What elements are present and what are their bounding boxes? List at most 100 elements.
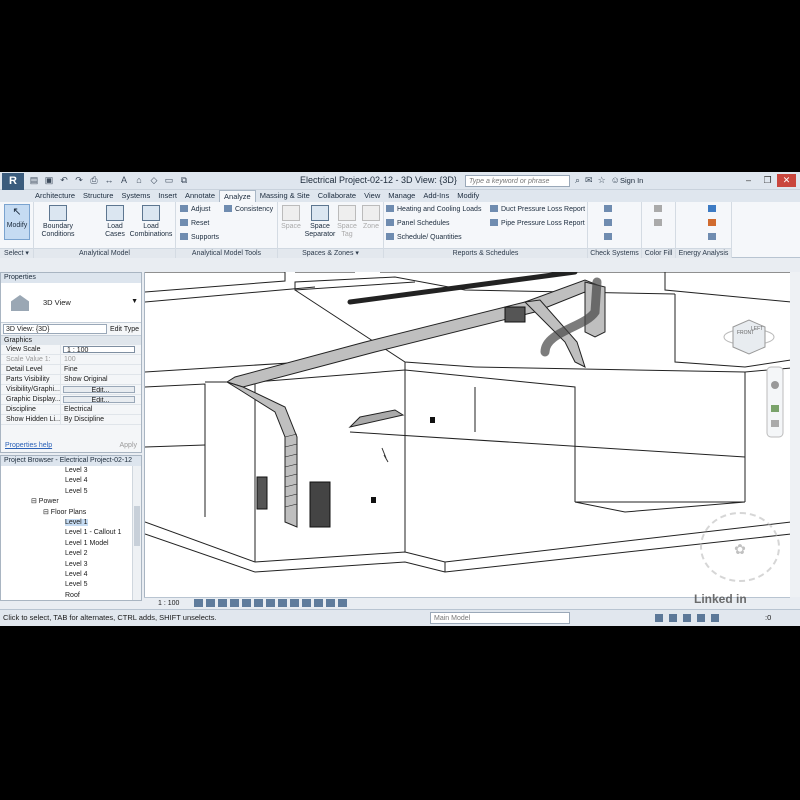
duct-pressure-button[interactable]: Duct Pressure Loss Report [490, 205, 585, 214]
tab-annotate[interactable]: Annotate [181, 190, 219, 202]
zoom-icon[interactable] [771, 405, 779, 412]
chevron-down-icon[interactable]: ▼ [131, 298, 138, 305]
select-pinned-icon[interactable] [683, 614, 691, 622]
receptacle-2[interactable] [371, 497, 376, 503]
browser-item[interactable]: Level 4 [1, 570, 131, 580]
junction-box[interactable] [504, 306, 526, 323]
switch-windows-icon[interactable]: ⧉ [178, 175, 190, 186]
apply-button[interactable]: Apply [119, 440, 137, 452]
view-scale[interactable]: 1 : 100 [158, 598, 179, 609]
spaces-zones-title[interactable]: Spaces & Zones ▾ [278, 248, 383, 258]
select-links-icon[interactable] [655, 614, 663, 622]
heating-cooling-button[interactable]: Heating and Cooling Loads [386, 205, 481, 214]
browser-item[interactable]: Level 5 [1, 487, 131, 497]
panel-box[interactable] [256, 476, 268, 510]
worksharing-icon[interactable] [314, 599, 323, 607]
tab-structure[interactable]: Structure [79, 190, 117, 202]
space-separator-button[interactable]: Space Separator [304, 205, 336, 239]
highlight-icon[interactable] [338, 599, 347, 607]
browser-item[interactable]: ⊟ Power [1, 497, 131, 507]
check-circuit-button[interactable] [604, 233, 615, 242]
viewport-scrollbar[interactable] [790, 272, 800, 597]
property-value[interactable]: Electrical [61, 405, 141, 414]
supports-button[interactable]: Supports [180, 233, 219, 242]
pan-icon[interactable] [771, 420, 779, 427]
section-icon[interactable]: ◇ [148, 175, 160, 186]
detail-level-icon[interactable] [194, 599, 203, 607]
text-icon[interactable]: A [118, 175, 130, 186]
property-value[interactable]: Fine [61, 365, 141, 374]
shadows-icon[interactable] [230, 599, 239, 607]
browser-scroll-thumb[interactable] [134, 506, 140, 546]
tab-architecture[interactable]: Architecture [31, 190, 79, 202]
binoculars-icon[interactable]: ⌕ [575, 175, 580, 186]
tab-add-ins[interactable]: Add-Ins [419, 190, 453, 202]
save-icon[interactable]: ▣ [43, 175, 55, 186]
select-title[interactable]: Select ▾ [0, 248, 33, 258]
browser-item[interactable]: Level 3 [1, 560, 131, 570]
view-instance-dropdown[interactable]: 3D View: {3D} [3, 324, 107, 334]
tab-analyze[interactable]: Analyze [219, 190, 256, 202]
check-duct-button[interactable] [604, 205, 615, 214]
unlocked-view-icon[interactable] [278, 599, 287, 607]
browser-item[interactable]: Level 1 Model [1, 539, 131, 549]
property-value[interactable]: By Discipline [61, 415, 141, 424]
load-cases-button[interactable]: Load Cases [100, 205, 130, 239]
results-button[interactable] [708, 233, 719, 242]
browser-item[interactable]: Level 3 [1, 466, 131, 476]
3d-drawing-area[interactable]: FRONT LEFT [144, 272, 790, 597]
viewcube[interactable]: FRONT LEFT [723, 319, 775, 355]
application-menu-button[interactable]: R [2, 173, 24, 190]
duct-legend-button[interactable] [654, 219, 665, 228]
drag-elements-icon[interactable] [711, 614, 719, 622]
energy-settings-button[interactable] [708, 205, 719, 214]
sign-in-link[interactable]: Sign In [620, 176, 643, 185]
crop-icon[interactable] [254, 599, 263, 607]
panel-schedules-button[interactable]: Panel Schedules [386, 219, 450, 228]
space-tag-button[interactable]: Space Tag [336, 205, 358, 239]
subscription-icon[interactable]: ✉ [585, 175, 593, 186]
tab-collaborate[interactable]: Collaborate [314, 190, 360, 202]
select-underlay-icon[interactable] [669, 614, 677, 622]
schedule-quantities-button[interactable]: Schedule/ Quantities [386, 233, 462, 242]
active-model-dropdown[interactable]: Main Model [430, 612, 570, 624]
measure-icon[interactable]: ↔ [103, 175, 115, 186]
close-hidden-icon[interactable]: ▭ [163, 175, 175, 186]
edit-button[interactable]: Edit... [63, 396, 135, 403]
tab-modify[interactable]: Modify [453, 190, 483, 202]
navigation-bar[interactable] [766, 366, 784, 438]
sun-path-icon[interactable] [218, 599, 227, 607]
check-pipe-button[interactable] [604, 219, 615, 228]
close-button[interactable]: ✕ [777, 174, 796, 187]
select-face-icon[interactable] [697, 614, 705, 622]
rendering-icon[interactable] [242, 599, 251, 607]
temp-hide-icon[interactable] [290, 599, 299, 607]
browser-item[interactable]: Level 5 [1, 580, 131, 590]
electrical-panel[interactable] [309, 481, 331, 528]
properties-help-link[interactable]: Properties help [5, 440, 52, 452]
tab-systems[interactable]: Systems [117, 190, 154, 202]
graphics-group-header[interactable]: Graphics [1, 336, 141, 345]
browser-item[interactable]: Level 1 [1, 518, 131, 528]
tab-insert[interactable]: Insert [154, 190, 181, 202]
steering-wheel-icon[interactable] [771, 381, 779, 389]
property-value[interactable]: Show Original [61, 375, 141, 384]
analytical-model-icon[interactable] [326, 599, 335, 607]
browser-item[interactable]: ⊟ Floor Plans [1, 508, 131, 518]
edit-type-button[interactable]: Edit Type [110, 326, 139, 333]
show-crop-icon[interactable] [266, 599, 275, 607]
type-selector[interactable]: 3D View ▼ [1, 283, 141, 323]
pipe-pressure-button[interactable]: Pipe Pressure Loss Report [490, 219, 585, 228]
model-3d-view[interactable]: FRONT LEFT [145, 272, 790, 597]
browser-scrollbar[interactable] [132, 466, 141, 600]
visual-style-icon[interactable] [206, 599, 215, 607]
boundary-conditions-button[interactable]: Boundary Conditions [38, 205, 78, 239]
modify-tool[interactable]: ↖ Modify [5, 207, 29, 230]
restore-button[interactable]: ❐ [758, 174, 777, 187]
adjust-button[interactable]: Adjust [180, 205, 210, 214]
browser-item[interactable]: Roof [1, 591, 131, 600]
edit-button[interactable]: Edit... [63, 386, 135, 393]
browser-item[interactable]: Level 1 - Callout 1 [1, 528, 131, 538]
reveal-hidden-icon[interactable] [302, 599, 311, 607]
open-icon[interactable]: ▤ [28, 175, 40, 186]
